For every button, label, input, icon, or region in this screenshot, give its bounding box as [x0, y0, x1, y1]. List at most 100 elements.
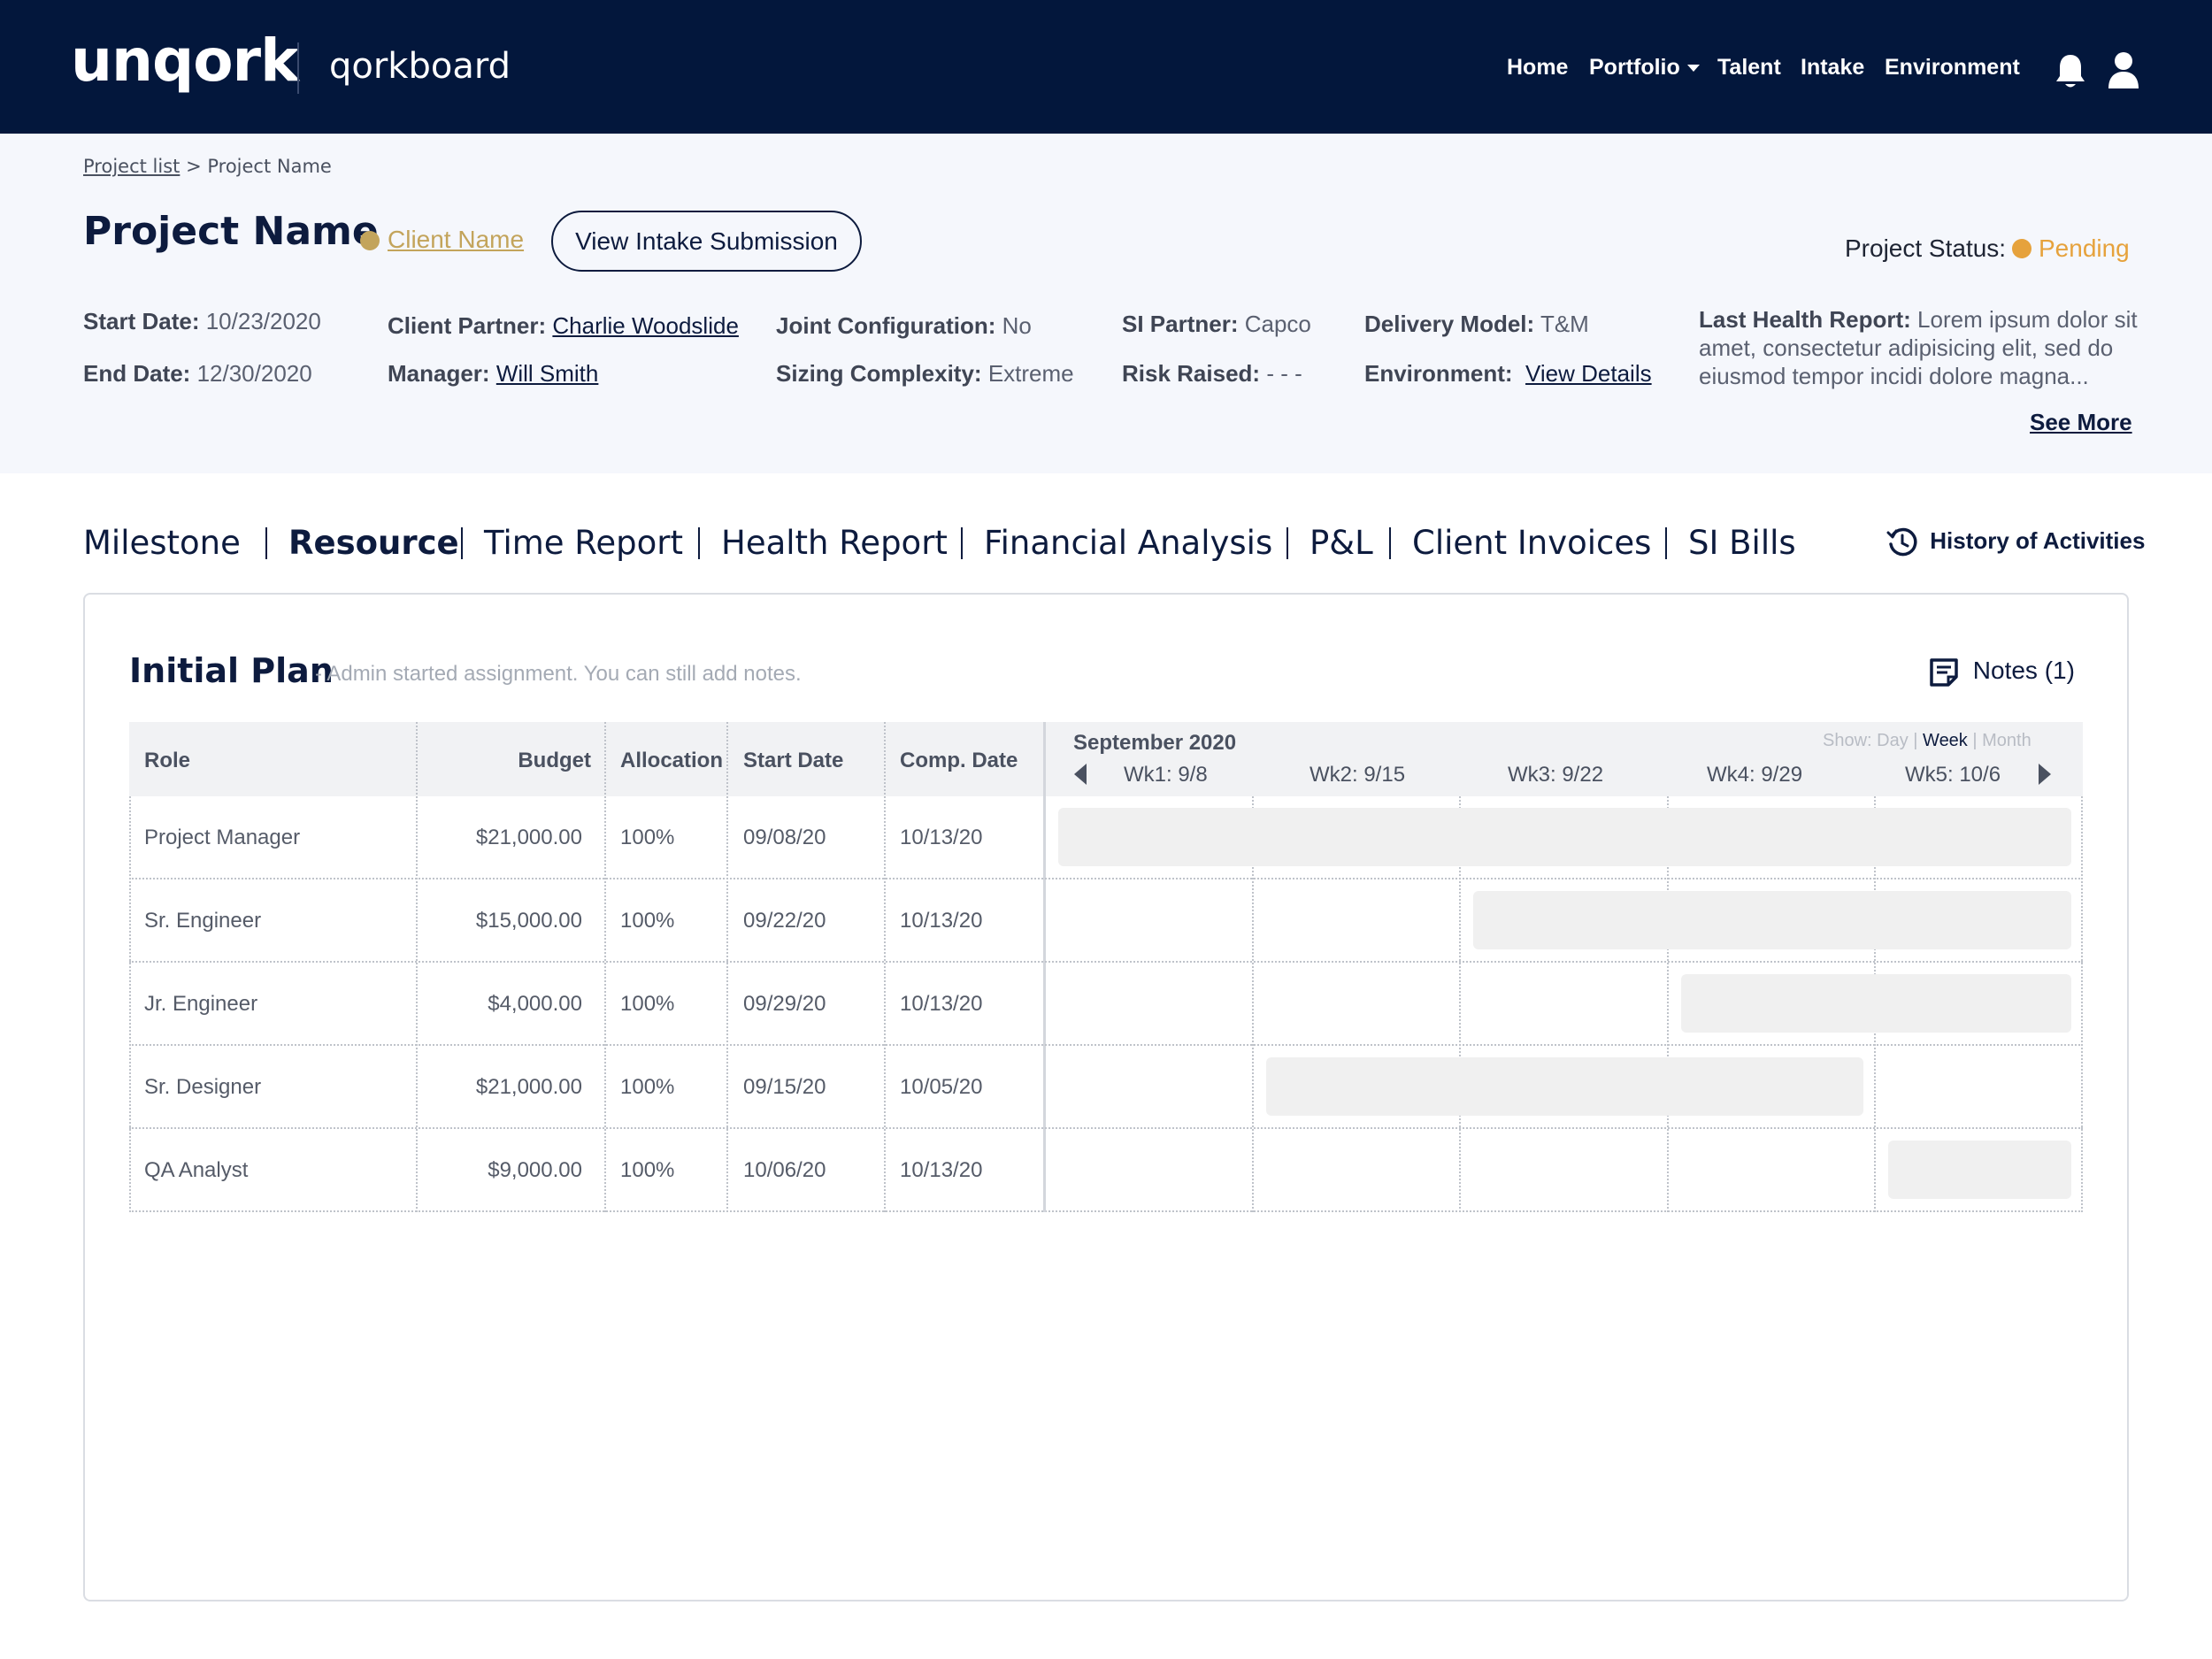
next-week-icon[interactable] — [2037, 763, 2053, 790]
nav-portfolio[interactable]: Portfolio — [1589, 55, 1700, 81]
tab-milestone[interactable]: Milestone — [83, 524, 241, 562]
client-partner-link[interactable]: Charlie Woodslide — [552, 312, 739, 339]
nav-environment[interactable]: Environment — [1885, 55, 2020, 81]
si-partner-label: SI Partner: — [1122, 311, 1239, 337]
delivery-model-label: Delivery Model: — [1364, 311, 1535, 337]
column-header-budget: Budget — [518, 749, 591, 772]
client-partner: Client Partner: Charlie Woodslide — [388, 312, 739, 340]
nav-talent[interactable]: Talent — [1717, 55, 1781, 81]
plan-title: Initial Plan — [129, 651, 334, 690]
tab-si-bills[interactable]: SI Bills — [1688, 524, 1796, 562]
cell-role: Sr. Designer — [144, 1075, 262, 1099]
end-date-label: End Date: — [83, 360, 191, 387]
view-month-option[interactable]: Month — [1982, 731, 2032, 750]
cell-allocation: 100% — [620, 909, 675, 933]
cell-comp-date: 10/13/20 — [900, 992, 983, 1016]
cell-budget: $21,000.00 — [475, 1075, 582, 1099]
chevron-down-icon — [1686, 65, 1700, 73]
tab-divider — [698, 527, 700, 559]
joint-configuration: Joint Configuration: No — [776, 312, 1032, 340]
tab-health-report[interactable]: Health Report — [721, 524, 948, 562]
gantt-bar-qa-analyst[interactable] — [1888, 1141, 2071, 1199]
tab-divider — [1389, 527, 1391, 559]
risk-raised-label: Risk Raised: — [1122, 360, 1261, 387]
column-divider — [726, 722, 728, 1212]
project-status-label: Project Status: — [1845, 234, 2007, 262]
end-date-value: 12/30/2020 — [196, 360, 312, 387]
nav-home[interactable]: Home — [1507, 55, 1568, 81]
week-header-2: Wk2: 9/15 — [1310, 763, 1406, 787]
start-date-value: 10/23/2020 — [205, 308, 321, 334]
previous-week-icon[interactable] — [1072, 763, 1088, 790]
cell-role: Sr. Engineer — [144, 909, 262, 933]
tab-resource[interactable]: Resource — [288, 524, 459, 562]
gantt-bar-project-manager[interactable] — [1058, 808, 2071, 866]
week-header-1: Wk1: 9/8 — [1124, 763, 1208, 787]
project-status-value: Pending — [2039, 234, 2130, 262]
column-divider — [604, 722, 606, 1212]
view-intake-submission-button[interactable]: View Intake Submission — [551, 211, 862, 272]
column-header-comp-date: Comp. Date — [900, 749, 1018, 772]
history-of-activities-button[interactable]: History of Activities — [1886, 526, 2145, 558]
client-name-link[interactable]: Client Name — [388, 226, 524, 254]
gantt-bar-sr-designer[interactable] — [1266, 1057, 1863, 1116]
cell-start-date: 10/06/20 — [743, 1158, 826, 1182]
cell-budget: $21,000.00 — [475, 826, 582, 849]
delivery-model: Delivery Model: T&M — [1364, 311, 1589, 338]
cell-start-date: 09/22/20 — [743, 909, 826, 933]
cell-role: Project Manager — [144, 826, 301, 849]
joint-configuration-value: No — [1002, 312, 1032, 339]
notes-button[interactable]: Notes (1) — [1929, 657, 2075, 687]
status-indicator-dot — [2012, 239, 2032, 258]
manager: Manager: Will Smith — [388, 360, 598, 388]
tab-pnl[interactable]: P&L — [1310, 524, 1373, 562]
cell-start-date: 09/15/20 — [743, 1075, 826, 1099]
see-more-link[interactable]: See More — [2030, 409, 2132, 436]
start-date-label: Start Date: — [83, 308, 200, 334]
cell-start-date: 09/29/20 — [743, 992, 826, 1016]
history-icon — [1886, 527, 1917, 557]
delivery-model-value: T&M — [1540, 311, 1589, 337]
tab-financial-analysis[interactable]: Financial Analysis — [984, 524, 1272, 562]
week-header-3: Wk3: 9/22 — [1508, 763, 1604, 787]
environment-view-details-link[interactable]: View Details — [1525, 360, 1652, 387]
cell-role: QA Analyst — [144, 1158, 249, 1182]
user-icon[interactable] — [2107, 51, 2140, 93]
tab-time-report[interactable]: Time Report — [484, 524, 683, 562]
health-report-label: Last Health Report: — [1699, 306, 1911, 333]
client-partner-label: Client Partner: — [388, 312, 547, 339]
nav-intake[interactable]: Intake — [1801, 55, 1864, 81]
cell-comp-date: 10/05/20 — [900, 1075, 983, 1099]
breadcrumb-current: Project Name — [207, 156, 332, 177]
show-label: Show: — [1823, 731, 1872, 750]
week-header-5: Wk5: 10/6 — [1905, 763, 2001, 787]
column-divider — [884, 722, 886, 1212]
cell-budget: $15,000.00 — [475, 909, 582, 933]
row-divider — [129, 878, 2083, 879]
bell-icon[interactable] — [2055, 53, 2086, 95]
column-header-allocation: Allocation — [620, 749, 724, 772]
week-header-4: Wk4: 9/29 — [1707, 763, 1803, 787]
manager-link[interactable]: Will Smith — [496, 360, 599, 387]
cell-allocation: 100% — [620, 1158, 675, 1182]
view-day-option[interactable]: Day — [1877, 731, 1909, 750]
breadcrumb-project-list[interactable]: Project list — [83, 156, 180, 177]
gantt-bar-jr-engineer[interactable] — [1681, 974, 2071, 1033]
cell-allocation: 100% — [620, 826, 675, 849]
tab-divider — [1286, 527, 1288, 559]
tab-divider — [265, 527, 267, 559]
logo-divider — [297, 42, 299, 94]
column-divider — [416, 722, 418, 1212]
cell-comp-date: 10/13/20 — [900, 826, 983, 849]
view-week-option[interactable]: Week — [1923, 731, 1968, 750]
notes-label: Notes (1) — [1972, 657, 2075, 684]
row-divider — [129, 1127, 2083, 1129]
tab-client-invoices[interactable]: Client Invoices — [1412, 524, 1651, 562]
cell-budget: $4,000.00 — [488, 992, 582, 1016]
gantt-bar-sr-engineer[interactable] — [1473, 891, 2071, 949]
unqork-logo[interactable]: unqork — [71, 27, 299, 95]
column-header-start-date: Start Date — [743, 749, 844, 772]
row-divider — [129, 961, 2083, 963]
si-partner-value: Capco — [1244, 311, 1311, 337]
page-title: Project Name — [83, 209, 379, 254]
